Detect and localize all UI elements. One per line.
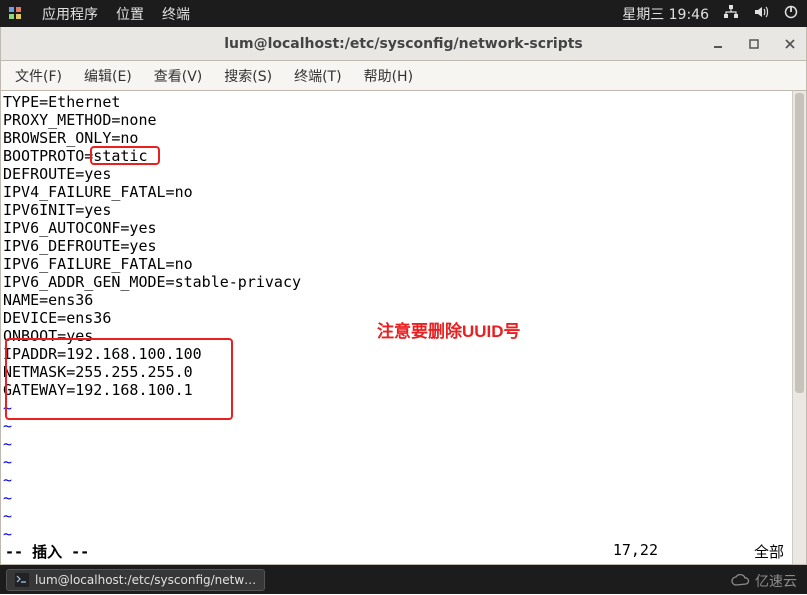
volume-icon[interactable] <box>753 4 769 24</box>
minimize-button[interactable] <box>706 32 730 56</box>
vertical-scrollbar[interactable] <box>792 91 806 564</box>
activities-icon[interactable] <box>8 6 24 22</box>
watermark-text: 亿速云 <box>755 571 797 591</box>
window-title-bar: lum@localhost:/etc/sysconfig/network-scr… <box>0 27 807 61</box>
menu-terminal[interactable]: 终端 <box>162 4 190 24</box>
highlight-bootproto <box>90 146 160 165</box>
terminal-pane[interactable]: TYPE=EthernetPROXY_METHOD=noneBROWSER_ON… <box>0 91 807 565</box>
scrollbar-thumb[interactable] <box>795 93 804 393</box>
menu-edit[interactable]: 编辑(E) <box>76 63 140 89</box>
menu-applications[interactable]: 应用程序 <box>42 4 98 24</box>
taskbar-terminal-item[interactable]: lum@localhost:/etc/sysconfig/netw… <box>6 569 265 591</box>
highlight-ip-block <box>5 338 233 420</box>
menu-search[interactable]: 搜索(S) <box>216 63 280 89</box>
bottom-taskbar: lum@localhost:/etc/sysconfig/netw… 亿速云 <box>0 565 807 594</box>
power-icon[interactable] <box>783 4 799 24</box>
menu-file[interactable]: 文件(F) <box>7 63 70 89</box>
network-icon[interactable] <box>723 4 739 24</box>
watermark: 亿速云 <box>731 571 797 591</box>
menu-places[interactable]: 位置 <box>116 4 144 24</box>
terminal-icon <box>15 573 29 587</box>
vim-scroll-percent: 全部 <box>754 541 784 562</box>
close-button[interactable] <box>778 32 802 56</box>
clock-label[interactable]: 星期三 19:46 <box>622 4 709 24</box>
menu-help[interactable]: 帮助(H) <box>356 63 421 89</box>
vim-mode: -- 插入 -- <box>5 541 89 562</box>
menu-terminal-item[interactable]: 终端(T) <box>286 63 349 89</box>
cloud-icon <box>731 574 751 588</box>
vim-cursor-position: 17,22 <box>613 541 658 559</box>
taskbar-item-label: lum@localhost:/etc/sysconfig/netw… <box>35 573 256 587</box>
maximize-button[interactable] <box>742 32 766 56</box>
menu-view[interactable]: 查看(V) <box>146 63 211 89</box>
vim-status-line: -- 插入 -- 17,22 全部 <box>5 541 788 562</box>
gnome-top-panel: 应用程序 位置 终端 星期三 19:46 <box>0 0 807 27</box>
menu-bar: 文件(F) 编辑(E) 查看(V) 搜索(S) 终端(T) 帮助(H) <box>0 61 807 91</box>
annotation-uuid: 注意要删除UUID号 <box>377 317 521 342</box>
window-title: lum@localhost:/etc/sysconfig/network-scr… <box>224 36 583 52</box>
